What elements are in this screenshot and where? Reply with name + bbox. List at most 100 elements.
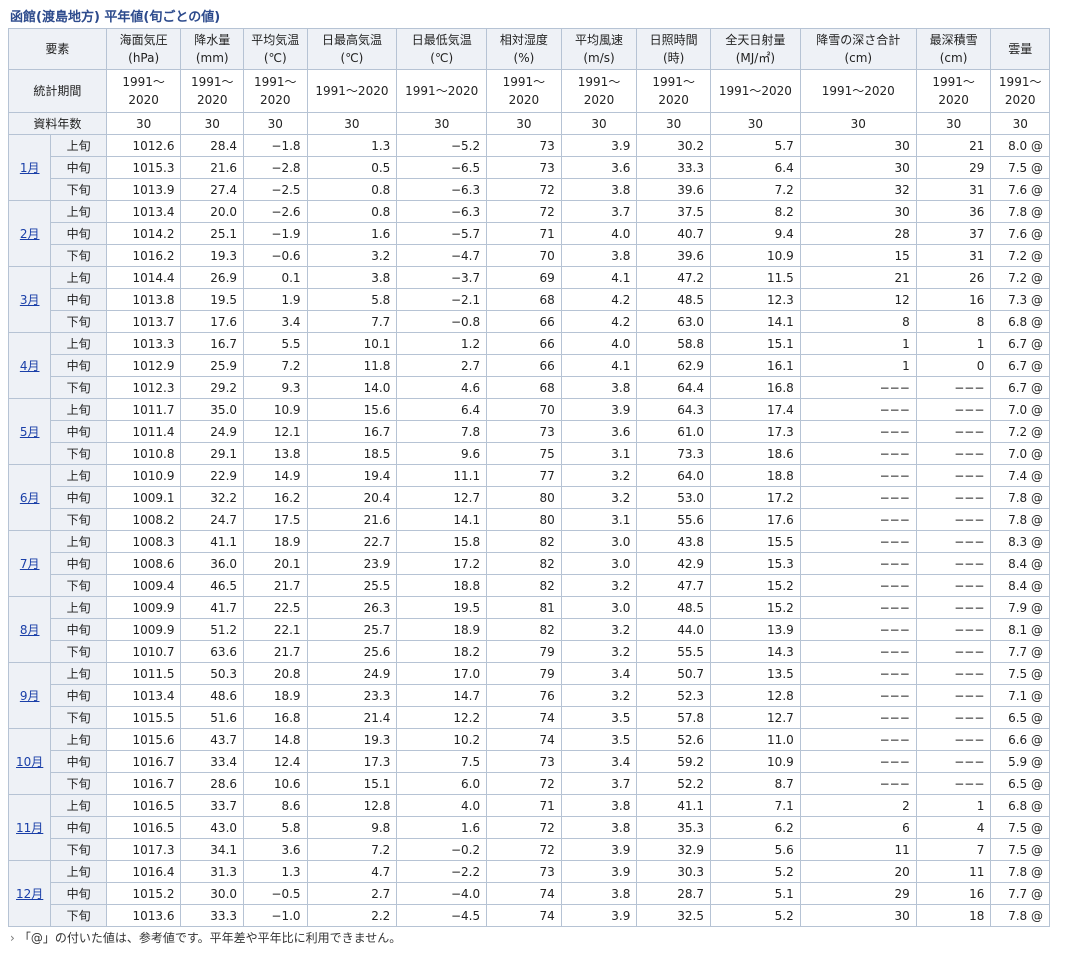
month-link[interactable]: 8月 bbox=[20, 623, 40, 637]
value-cell: 8.0 @ bbox=[990, 134, 1050, 157]
value-cell: 1012.3 bbox=[105, 376, 182, 399]
period-cell: 1991～2020 bbox=[560, 69, 638, 113]
value-cell: 4.0 bbox=[560, 222, 638, 245]
value-cell: 3.2 bbox=[560, 464, 638, 487]
table-row: 中旬 1016.5 43.0 5.8 9.8 1.6 72 3.8 35.3 6.2 6 4 7.5 @ bbox=[9, 816, 1050, 839]
value-cell: 68 bbox=[486, 288, 562, 311]
value-cell: 23.3 bbox=[306, 684, 398, 707]
value-cell: −−− bbox=[799, 508, 917, 531]
value-cell: 10.9 bbox=[710, 244, 801, 267]
month-link[interactable]: 2月 bbox=[20, 227, 40, 241]
value-cell: 3.7 bbox=[560, 200, 638, 223]
value-cell: 18 bbox=[915, 904, 992, 927]
month-cell: 1月 bbox=[7, 134, 52, 201]
value-cell: 36.0 bbox=[180, 552, 245, 575]
value-cell: 3.1 bbox=[560, 442, 638, 465]
value-cell: 66 bbox=[486, 310, 562, 333]
table-row: 下旬 1010.8 29.1 13.8 18.5 9.6 75 3.1 73.3 18.6 −−− −… bbox=[9, 442, 1050, 465]
value-cell: −−− bbox=[915, 706, 992, 729]
value-cell: 5.5 bbox=[243, 332, 308, 355]
month-link[interactable]: 6月 bbox=[20, 491, 40, 505]
value-cell: −0.8 bbox=[396, 310, 488, 333]
value-cell: −4.7 bbox=[396, 244, 488, 267]
value-cell: 35.0 bbox=[180, 398, 245, 421]
month-cell: 2月 bbox=[7, 200, 52, 267]
value-cell: 17.5 bbox=[243, 508, 308, 531]
month-link[interactable]: 7月 bbox=[20, 557, 40, 571]
value-cell: −−− bbox=[799, 640, 917, 663]
value-cell: 18.9 bbox=[243, 530, 308, 553]
value-cell: 1 bbox=[799, 332, 917, 355]
value-cell: 20.1 bbox=[243, 552, 308, 575]
table-row: 中旬 1015.2 30.0 −0.5 2.7 −4.0 74 3.8 28.7 5.1 29 16 7… bbox=[9, 882, 1050, 905]
value-cell: 3.9 bbox=[560, 904, 638, 927]
value-cell: 10.9 bbox=[710, 750, 801, 773]
table-row: 中旬 1008.6 36.0 20.1 23.9 17.2 82 3.0 42.9 15.3 −−−… bbox=[9, 552, 1050, 575]
value-cell: 22.5 bbox=[243, 596, 308, 619]
value-cell: 50.7 bbox=[636, 662, 711, 685]
value-cell: −−− bbox=[799, 684, 917, 707]
value-cell: 3.8 bbox=[560, 794, 638, 817]
month-link[interactable]: 12月 bbox=[16, 887, 43, 901]
month-link[interactable]: 9月 bbox=[20, 689, 40, 703]
value-cell: 71 bbox=[486, 794, 562, 817]
value-cell: 19.3 bbox=[180, 244, 245, 267]
value-cell: 24.9 bbox=[306, 662, 398, 685]
value-cell: 15.5 bbox=[710, 530, 801, 553]
value-cell: 12 bbox=[799, 288, 917, 311]
value-cell: −−− bbox=[799, 574, 917, 597]
value-cell: 12.8 bbox=[710, 684, 801, 707]
month-cell: 5月 bbox=[7, 398, 52, 465]
value-cell: 30.2 bbox=[636, 134, 711, 157]
ten-day-label: 下旬 bbox=[50, 706, 107, 729]
value-cell: 33.7 bbox=[180, 794, 245, 817]
month-link[interactable]: 4月 bbox=[20, 359, 40, 373]
value-cell: 52.6 bbox=[636, 728, 711, 751]
value-cell: 15.3 bbox=[710, 552, 801, 575]
value-cell: 1014.2 bbox=[105, 222, 182, 245]
value-cell: 3.0 bbox=[560, 552, 638, 575]
month-link[interactable]: 11月 bbox=[16, 821, 43, 835]
value-cell: 29.1 bbox=[180, 442, 245, 465]
value-cell: 7.0 @ bbox=[990, 398, 1050, 421]
value-cell: 5.9 @ bbox=[990, 750, 1050, 773]
value-cell: 25.1 bbox=[180, 222, 245, 245]
ten-day-label: 中旬 bbox=[50, 354, 107, 377]
value-cell: 1009.1 bbox=[105, 486, 182, 509]
column-header: 日照時間 (時) bbox=[636, 28, 711, 70]
value-cell: 5.8 bbox=[243, 816, 308, 839]
month-link[interactable]: 5月 bbox=[20, 425, 40, 439]
value-cell: 14.3 bbox=[710, 640, 801, 663]
value-cell: 27.4 bbox=[180, 178, 245, 201]
value-cell: −−− bbox=[915, 398, 992, 421]
value-cell: −−− bbox=[915, 596, 992, 619]
period-cell: 1991～2020 bbox=[486, 69, 562, 113]
value-cell: 37 bbox=[915, 222, 992, 245]
value-cell: 4.1 bbox=[560, 266, 638, 289]
value-cell: −1.9 bbox=[243, 222, 308, 245]
value-cell: 16.2 bbox=[243, 486, 308, 509]
value-cell: 21 bbox=[915, 134, 992, 157]
value-cell: −−− bbox=[915, 574, 992, 597]
value-cell: 7.5 @ bbox=[990, 156, 1050, 179]
ten-day-label: 下旬 bbox=[50, 178, 107, 201]
value-cell: 29 bbox=[799, 882, 917, 905]
value-cell: 3.8 bbox=[560, 244, 638, 267]
value-cell: 28 bbox=[799, 222, 917, 245]
value-cell: 6 bbox=[799, 816, 917, 839]
value-cell: −−− bbox=[799, 618, 917, 641]
value-cell: 9.6 bbox=[396, 442, 488, 465]
value-cell: 73 bbox=[486, 156, 562, 179]
value-cell: −−− bbox=[915, 530, 992, 553]
value-cell: −2.2 bbox=[396, 860, 488, 883]
value-cell: 10.2 bbox=[396, 728, 488, 751]
column-header: 日最高気温 (℃) bbox=[306, 28, 398, 70]
month-cell: 9月 bbox=[7, 662, 52, 729]
month-link[interactable]: 3月 bbox=[20, 293, 40, 307]
value-cell: 82 bbox=[486, 552, 562, 575]
month-link[interactable]: 1月 bbox=[20, 161, 40, 175]
month-link[interactable]: 10月 bbox=[16, 755, 43, 769]
value-cell: 1.6 bbox=[306, 222, 398, 245]
value-cell: 1009.4 bbox=[105, 574, 182, 597]
value-cell: 5.7 bbox=[710, 134, 801, 157]
